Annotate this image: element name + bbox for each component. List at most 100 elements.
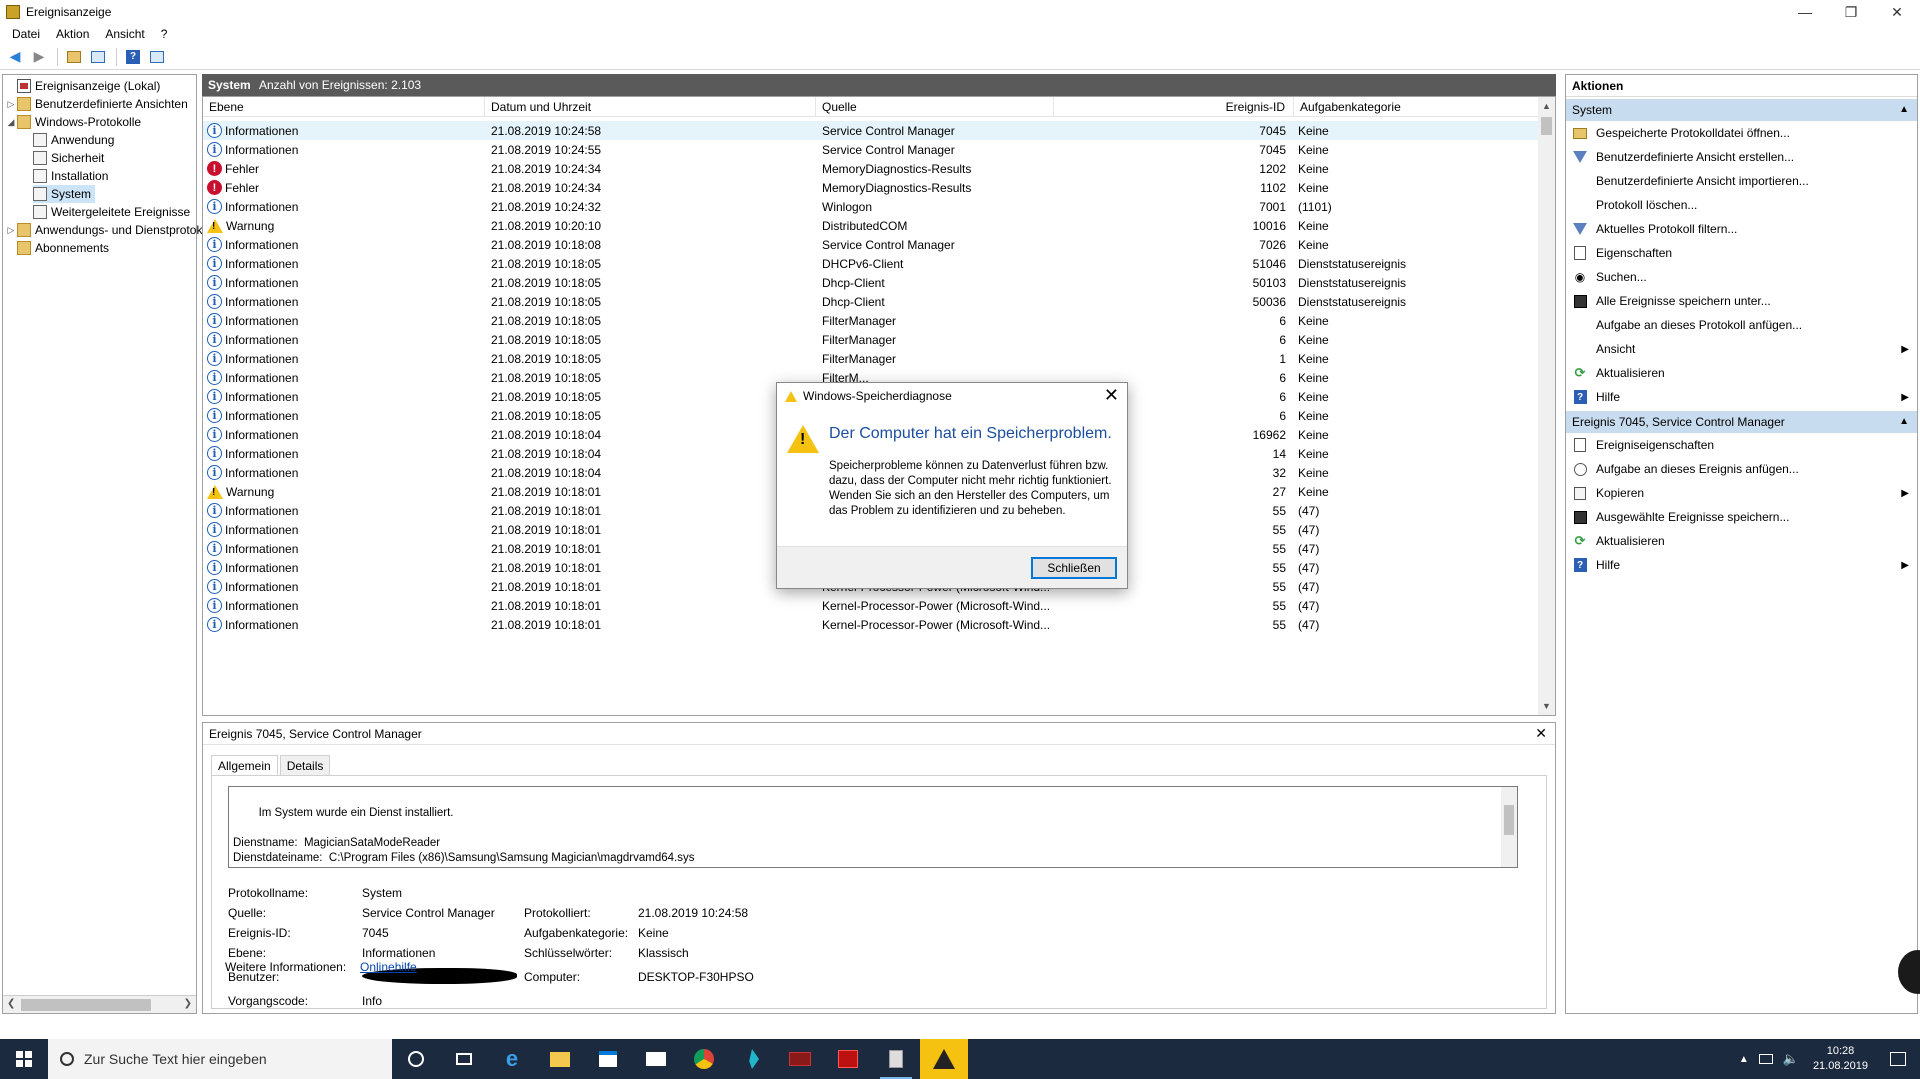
event-viewer-taskbar-icon[interactable] [872, 1039, 920, 1079]
online-help-link[interactable]: Onlinehilfe [360, 960, 417, 974]
scroll-right-icon[interactable]: ❯ [184, 998, 192, 1009]
close-button[interactable]: ✕ [1874, 0, 1920, 24]
table-row[interactable]: i Informationen 21.08.2019 10:18:05 Dhcp-Cl… [203, 273, 1539, 292]
action-item[interactable]: Ausgewählte Ereignisse speichern... [1566, 505, 1917, 529]
close-icon[interactable]: ✕ [1535, 725, 1547, 742]
event-description[interactable]: Im System wurde ein Dienst installiert. … [228, 786, 1518, 868]
actions-section-event[interactable]: Ereignis 7045, Service Control Manager ▲ [1566, 411, 1917, 433]
tab-details[interactable]: Details [279, 755, 331, 775]
actions-section-system[interactable]: System ▲ [1566, 99, 1917, 121]
menu-aktion[interactable]: Aktion [48, 27, 97, 41]
clock[interactable]: 10:28 21.08.2019 [1813, 1044, 1868, 1074]
tree-item-root[interactable]: Ereignisanzeige (Lokal) [5, 77, 160, 95]
action-item[interactable]: Aufgabe an dieses Ereignis anfügen... [1566, 457, 1917, 481]
app-icon[interactable] [728, 1039, 776, 1079]
scroll-thumb[interactable] [1541, 117, 1552, 135]
tree-item-subscriptions[interactable]: Abonnements [5, 239, 109, 257]
action-item[interactable]: Benutzerdefinierte Ansicht erstellen... [1566, 145, 1917, 169]
action-item[interactable]: Ansicht ▶ [1566, 337, 1917, 361]
action-item[interactable]: Gespeicherte Protokolldatei öffnen... [1566, 121, 1917, 145]
table-row[interactable]: ! Warnung 21.08.2019 10:20:10 DistributedCO… [203, 216, 1539, 235]
collapse-icon[interactable]: ▲ [1899, 411, 1909, 433]
chrome-icon[interactable] [680, 1039, 728, 1079]
table-row[interactable]: ! Fehler 21.08.2019 10:24:34 MemoryDiagnost… [203, 159, 1539, 178]
action-pane-icon[interactable] [146, 47, 168, 67]
horizontal-scrollbar[interactable]: ❮ ❯ [3, 995, 196, 1013]
table-row[interactable]: i Informationen 21.08.2019 10:18:05 FilterM… [203, 330, 1539, 349]
table-row[interactable]: iInformationen 21.08.2019 10:18:01 Kernel-… [203, 596, 1539, 615]
maximize-button[interactable]: ❐ [1828, 0, 1874, 24]
cortana-icon[interactable] [392, 1039, 440, 1079]
action-item[interactable]: ? Hilfe ▶ [1566, 553, 1917, 577]
action-item[interactable]: Kopieren ▶ [1566, 481, 1917, 505]
mail-icon[interactable] [632, 1039, 680, 1079]
back-icon[interactable]: ◀ [4, 47, 26, 67]
minimize-button[interactable]: — [1782, 0, 1828, 24]
vertical-scrollbar[interactable]: ▲ ▼ [1538, 97, 1555, 715]
action-item[interactable]: ⟳ Aktualisieren [1566, 361, 1917, 385]
tree-item-anwendung[interactable]: Anwendung [33, 131, 114, 149]
gpu-tool-icon[interactable] [776, 1039, 824, 1079]
folder-up-icon[interactable] [63, 47, 85, 67]
table-row[interactable]: ! Fehler 21.08.2019 10:24:34 MemoryDiagnost… [203, 178, 1539, 197]
scroll-left-icon[interactable]: ❮ [7, 998, 15, 1009]
tree-item-system[interactable]: System [33, 185, 96, 203]
edge-icon[interactable]: e [488, 1039, 536, 1079]
help-icon[interactable]: ? [122, 47, 144, 67]
action-item[interactable]: ⟳ Aktualisieren [1566, 529, 1917, 553]
store-icon[interactable] [584, 1039, 632, 1079]
gpu-tool-icon-2[interactable] [824, 1039, 872, 1079]
table-row[interactable]: i Informationen 21.08.2019 10:18:05 Dhcp-Cl… [203, 292, 1539, 311]
table-row[interactable]: i Informationen 21.08.2019 10:18:08 Service… [203, 235, 1539, 254]
chevron-right-icon[interactable]: ▷ [5, 225, 17, 236]
action-item[interactable]: Eigenschaften [1566, 241, 1917, 265]
menu-ansicht[interactable]: Ansicht [97, 27, 152, 41]
table-row[interactable]: iInformationen 21.08.2019 10:18:01 Kernel-… [203, 615, 1539, 634]
tab-allgemein[interactable]: Allgemein [211, 755, 278, 775]
action-item[interactable]: ◉ Suchen... [1566, 265, 1917, 289]
warning-taskbar-icon[interactable] [920, 1039, 968, 1079]
column-quelle[interactable]: Quelle [816, 97, 1054, 117]
table-row[interactable]: i Informationen 21.08.2019 10:18:05 FilterM… [203, 311, 1539, 330]
notification-icon[interactable] [1890, 1052, 1906, 1066]
action-item[interactable]: Alle Ereignisse speichern unter... [1566, 289, 1917, 313]
chevron-up-icon[interactable]: ▲ [1739, 1054, 1749, 1065]
chevron-down-icon[interactable]: ◢ [5, 117, 17, 128]
menu-datei[interactable]: Datei [4, 27, 48, 41]
chevron-right-icon[interactable]: ▷ [5, 99, 17, 110]
scroll-up-icon[interactable]: ▲ [1542, 101, 1551, 111]
volume-icon[interactable]: 🔈 [1783, 1051, 1799, 1067]
task-view-icon[interactable] [440, 1039, 488, 1079]
taskbar-search[interactable]: Zur Suche Text hier eingeben [48, 1039, 392, 1079]
action-item[interactable]: Protokoll löschen... [1566, 193, 1917, 217]
tree-item-app-service-logs[interactable]: ▷ Anwendungs- und Dienstprotokolle [5, 221, 221, 239]
column-aufgabenkategorie[interactable]: Aufgabenkategorie [1294, 97, 1539, 117]
table-row[interactable]: i Informationen 21.08.2019 10:24:58 Service… [203, 121, 1539, 140]
close-dialog-button[interactable]: Schließen [1031, 557, 1117, 579]
scroll-thumb[interactable] [21, 999, 151, 1011]
vertical-scrollbar[interactable] [1501, 787, 1517, 867]
table-row[interactable]: i Informationen 21.08.2019 10:24:55 Service… [203, 140, 1539, 159]
tree-item-installation[interactable]: Installation [33, 167, 108, 185]
table-row[interactable]: i Informationen 21.08.2019 10:24:32 Winlogo… [203, 197, 1539, 216]
tree-item-windows-logs[interactable]: ◢ Windows-Protokolle [5, 113, 141, 131]
scroll-down-icon[interactable]: ▼ [1542, 701, 1551, 711]
column-datum[interactable]: Datum und Uhrzeit [485, 97, 816, 117]
tree-item-custom-views[interactable]: ▷ Benutzerdefinierte Ansichten [5, 95, 188, 113]
tree-item-forwarded[interactable]: Weitergeleitete Ereignisse [33, 203, 190, 221]
action-item[interactable]: Aktuelles Protokoll filtern... [1566, 217, 1917, 241]
action-item[interactable]: ? Hilfe ▶ [1566, 385, 1917, 409]
network-icon[interactable] [1758, 1054, 1773, 1064]
column-ereignis-id[interactable]: Ereignis-ID [1054, 97, 1294, 117]
table-row[interactable]: i Informationen 21.08.2019 10:18:05 DHCPv6-… [203, 254, 1539, 273]
file-explorer-icon[interactable] [536, 1039, 584, 1079]
forward-icon[interactable]: ▶ [28, 47, 50, 67]
action-item[interactable]: Aufgabe an dieses Protokoll anfügen... [1566, 313, 1917, 337]
menu-help[interactable]: ? [153, 27, 176, 41]
action-item[interactable]: Ereigniseigenschaften [1566, 433, 1917, 457]
action-item[interactable]: Benutzerdefinierte Ansicht importieren..… [1566, 169, 1917, 193]
collapse-icon[interactable]: ▲ [1899, 99, 1909, 121]
close-icon[interactable]: ✕ [1104, 385, 1119, 406]
table-row[interactable]: i Informationen 21.08.2019 10:18:05 FilterM… [203, 349, 1539, 368]
column-ebene[interactable]: Ebene [203, 97, 485, 117]
